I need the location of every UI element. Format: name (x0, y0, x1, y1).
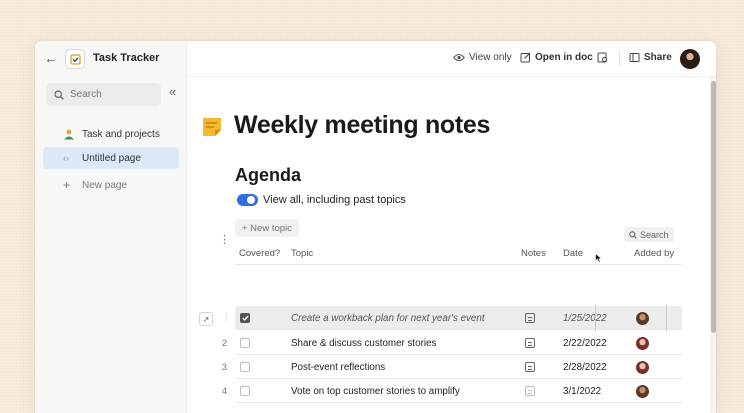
scrollbar-thumb[interactable] (711, 81, 716, 333)
sticky-note-icon (201, 115, 223, 142)
user-avatar[interactable] (680, 49, 700, 69)
topic-cell[interactable]: Share & discuss customer stories (291, 331, 436, 355)
column-header-added-by[interactable]: Added by (634, 248, 674, 259)
sidebar-item-label: Untitled page (82, 152, 141, 164)
topic-cell[interactable]: Post-event reflections (291, 355, 385, 379)
row-number: 4 (221, 386, 227, 397)
row-number: 3 (221, 362, 227, 373)
date-cell[interactable]: 2/22/2022 (563, 331, 607, 355)
new-topic-button[interactable]: + New topic (235, 219, 299, 237)
column-header-covered[interactable]: Covered? (239, 248, 280, 259)
date-cell[interactable]: 1/25/2022 (563, 306, 607, 330)
main-content: View only Open in doc Share Weekly meeti… (187, 41, 716, 413)
sidebar-item-task-and-projects[interactable]: Task and projects (43, 123, 179, 145)
table-search-label: Search (640, 229, 669, 240)
share-doc-icon (629, 53, 640, 62)
date-cell[interactable]: 2/28/2022 (563, 355, 607, 379)
people-icon (64, 129, 74, 139)
topic-cell[interactable]: Create a workback plan for next year's e… (291, 306, 485, 330)
app-window: ← Task Tracker Search « Task and project… (35, 41, 716, 413)
settings-doc-button[interactable] (597, 52, 608, 63)
topbar: View only Open in doc Share (187, 41, 716, 77)
covered-checkbox[interactable] (240, 362, 250, 372)
topic-cell[interactable]: Vote on top customer stories to amplify (291, 379, 460, 403)
share-button[interactable]: Share (629, 52, 672, 63)
table-row[interactable]: Post-event reflections 2/28/2022 (235, 355, 682, 379)
sidebar-item-label: New page (82, 179, 128, 191)
column-header-notes[interactable]: Notes (521, 248, 546, 259)
column-header-date[interactable]: Date (563, 248, 583, 259)
sidebar-header: ← Task Tracker (35, 41, 187, 77)
notes-icon[interactable] (525, 362, 535, 372)
drag-handle-icon[interactable]: ⋮ (222, 313, 231, 324)
user-avatar (636, 384, 649, 398)
expand-row-icon[interactable]: ↗ (199, 312, 213, 326)
notes-icon[interactable] (525, 386, 535, 396)
user-avatar (636, 360, 649, 374)
toolbar-divider (619, 51, 620, 66)
collapse-sidebar-icon[interactable]: « (169, 84, 176, 99)
covered-checkbox[interactable] (240, 386, 250, 396)
search-placeholder: Search (70, 89, 102, 100)
section-heading: Agenda (235, 165, 302, 185)
search-icon (54, 89, 64, 100)
sidebar-item-new-page[interactable]: + New page (43, 174, 179, 196)
back-arrow-icon[interactable]: ← (44, 50, 58, 66)
table-options-icon[interactable]: ⋮ (219, 233, 230, 246)
doc-settings-icon (597, 52, 607, 63)
plus-icon: + (63, 178, 71, 192)
eye-icon (453, 54, 465, 61)
view-only-label: View only (469, 52, 512, 63)
view-all-toggle[interactable] (237, 194, 258, 206)
date-cell[interactable]: 3/1/2022 (563, 379, 601, 403)
notes-icon[interactable] (525, 313, 535, 323)
sidebar-item-label: Task and projects (82, 128, 160, 140)
open-in-doc-button[interactable]: Open in doc (520, 52, 593, 63)
open-in-doc-label: Open in doc (535, 52, 593, 63)
share-label: Share (644, 52, 672, 63)
toggle-label: View all, including past topics (263, 194, 406, 206)
covered-checkbox[interactable] (240, 338, 250, 348)
mouse-cursor-icon (595, 250, 603, 268)
page-title: Weekly meeting notes (234, 111, 491, 139)
user-avatar (636, 336, 649, 350)
view-only-button[interactable]: View only (453, 52, 512, 63)
table-row[interactable]: Vote on top customer stories to amplify … (235, 379, 682, 403)
sidebar-search-input[interactable]: Search (46, 83, 161, 106)
external-edit-icon (520, 52, 531, 63)
column-header-topic[interactable]: Topic (291, 248, 313, 259)
search-icon (629, 230, 637, 239)
table-search-button[interactable]: Search (624, 227, 674, 242)
code-brackets-icon: ‹› (63, 153, 69, 163)
user-avatar (636, 311, 649, 325)
sidebar-item-untitled-page[interactable]: ‹› Untitled page (43, 147, 179, 169)
covered-checkbox[interactable] (240, 313, 250, 323)
row-number: 2 (221, 338, 227, 349)
app-title: Task Tracker (93, 52, 160, 64)
notes-icon[interactable] (525, 338, 535, 348)
table-row[interactable]: Create a workback plan for next year's e… (235, 306, 682, 330)
table-row[interactable]: Share & discuss customer stories 2/22/20… (235, 331, 682, 355)
sidebar: ← Task Tracker Search « Task and project… (35, 41, 187, 413)
task-checkbox-icon (65, 49, 85, 69)
header-divider (235, 264, 682, 265)
